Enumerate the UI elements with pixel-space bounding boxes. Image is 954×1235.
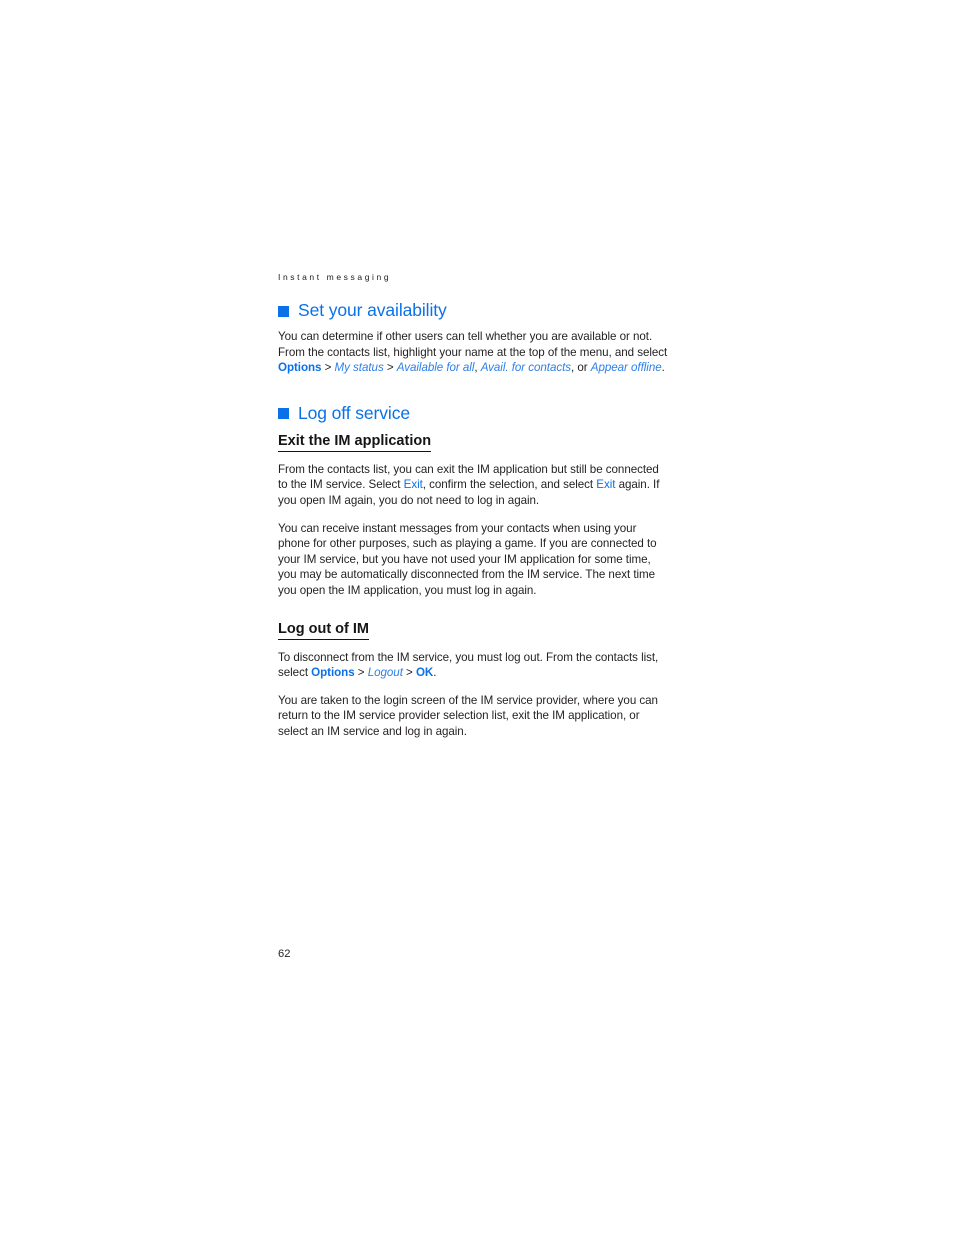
menu-separator: , or [571,361,591,375]
menu-separator: > [402,666,416,680]
section-heading-label: Log off service [298,402,410,423]
ui-term: Logout [367,666,403,680]
ui-term: Avail. for contacts [480,361,572,375]
ui-term: OK [415,666,434,680]
subheading-log-out-of-im-wrap: Log out of IM [278,620,670,645]
subheading-exit-the-im-application-wrap: Exit the IM application [278,432,670,457]
section-heading-label: Set your availability [298,300,447,320]
menu-separator: . [433,666,437,680]
square-bullet-icon [278,408,289,420]
ui-term: Exit [596,478,616,492]
manual-page: Instant messaging Set your availability … [0,0,954,1235]
ui-term: Appear offline [590,361,662,375]
page-content: Instant messaging Set your availability … [278,272,670,740]
menu-separator: > [383,361,397,375]
paragraph-availability: You can determine if other users can tel… [278,330,668,375]
square-bullet-icon [278,305,289,317]
menu-separator: > [321,361,335,375]
ui-term: Available for all [396,361,475,375]
paragraph-exit-im-2: You can receive instant messages from yo… [278,521,657,597]
ui-term: Options [311,666,355,680]
ui-term: Exit [403,478,423,492]
running-head: Instant messaging [278,272,392,282]
section-heading-set-your-availability: Set your availability [278,300,670,320]
subheading-exit-the-im-application: Exit the IM application [278,432,432,452]
paragraph-log-out-1: To disconnect from the IM service, you m… [278,650,659,680]
ui-term: Options [278,361,322,375]
paragraph-exit-im-1: From the contacts list, you can exit the… [278,462,660,507]
paragraph-log-out-2: You are taken to the login screen of the… [278,693,658,738]
section-heading-log-off-service: Log off service [278,403,670,423]
menu-separator: > [354,666,368,680]
menu-separator: . [661,361,665,375]
page-number: 62 [278,948,291,960]
subheading-log-out-of-im: Log out of IM [278,620,369,640]
ui-term: My status [334,361,384,375]
